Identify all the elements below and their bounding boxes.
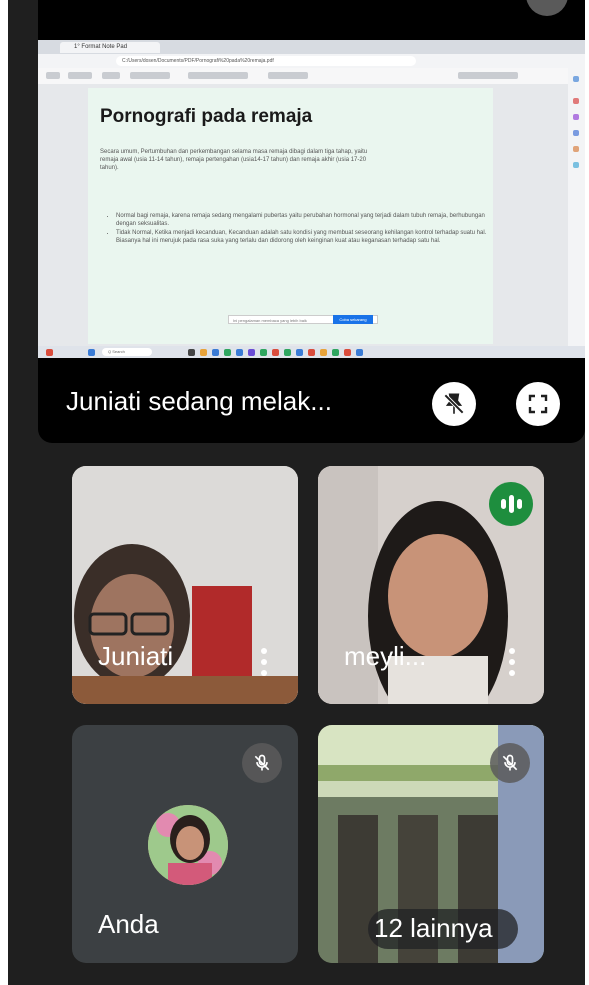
participant-tile[interactable]: Juniati: [72, 466, 298, 704]
browser-sidebar: [568, 68, 585, 346]
os-taskbar: Q Search: [38, 346, 585, 358]
taskbar-search: Q Search: [102, 348, 152, 356]
participant-tile-others[interactable]: 12 lainnya: [318, 725, 544, 963]
more-vert-icon[interactable]: [261, 648, 267, 681]
participant-tile-self[interactable]: Anda: [72, 725, 298, 963]
address-field: C:/Users/dosen/Documents/PDF/Pornografi%…: [116, 56, 416, 66]
slide-intro-text: Secara umum, Pertumbuhan dan perkembanga…: [100, 149, 368, 171]
fullscreen-icon: [528, 394, 548, 414]
presentation-stage[interactable]: 1° Format Note Pad C:/Users/dosen/Docume…: [38, 0, 585, 443]
slide-bullet: Normal bagi remaja, karena remaja sedang…: [116, 212, 494, 229]
slide-title: Pornografi pada remaja: [100, 106, 313, 127]
mic-off-icon: [490, 743, 530, 783]
participant-name: Juniati: [98, 641, 174, 671]
meet-app: 1° Format Note Pad C:/Users/dosen/Docume…: [8, 0, 585, 985]
shared-screen: 1° Format Note Pad C:/Users/dosen/Docume…: [38, 40, 585, 358]
mic-off-icon: [242, 743, 282, 783]
slide-bullet-list: Normal bagi remaja, karena remaja sedang…: [110, 212, 494, 246]
pdf-document-area: Pornografi pada remaja Secara umum, Pert…: [38, 84, 568, 346]
participant-name: Anda: [98, 909, 159, 939]
browser-tab: 1° Format Note Pad: [60, 42, 160, 53]
browser-tabstrip: 1° Format Note Pad: [38, 40, 585, 54]
slide-bullet: Tidak Normal, Ketika menjadi kecanduan, …: [116, 229, 494, 246]
browser-address-bar: C:/Users/dosen/Documents/PDF/Pornografi%…: [38, 54, 585, 68]
fullscreen-button[interactable]: [516, 382, 560, 426]
pdf-message-button: Coba sekarang: [333, 315, 373, 324]
top-control-button[interactable]: [526, 0, 568, 16]
pin-off-icon: [443, 393, 465, 415]
participant-tile[interactable]: meyli...: [318, 466, 544, 704]
more-vert-icon[interactable]: [509, 648, 515, 681]
pdf-toolbar: [38, 68, 585, 85]
avatar: [148, 805, 228, 885]
unpin-button[interactable]: [432, 382, 476, 426]
participant-name: meyli...: [344, 641, 427, 671]
presenter-label: Juniati sedang melak...: [66, 386, 332, 416]
pdf-slide: Pornografi pada remaja Secara umum, Pert…: [88, 88, 493, 344]
audio-level-icon: [489, 482, 533, 526]
others-count-label: 12 lainnya: [374, 913, 493, 943]
